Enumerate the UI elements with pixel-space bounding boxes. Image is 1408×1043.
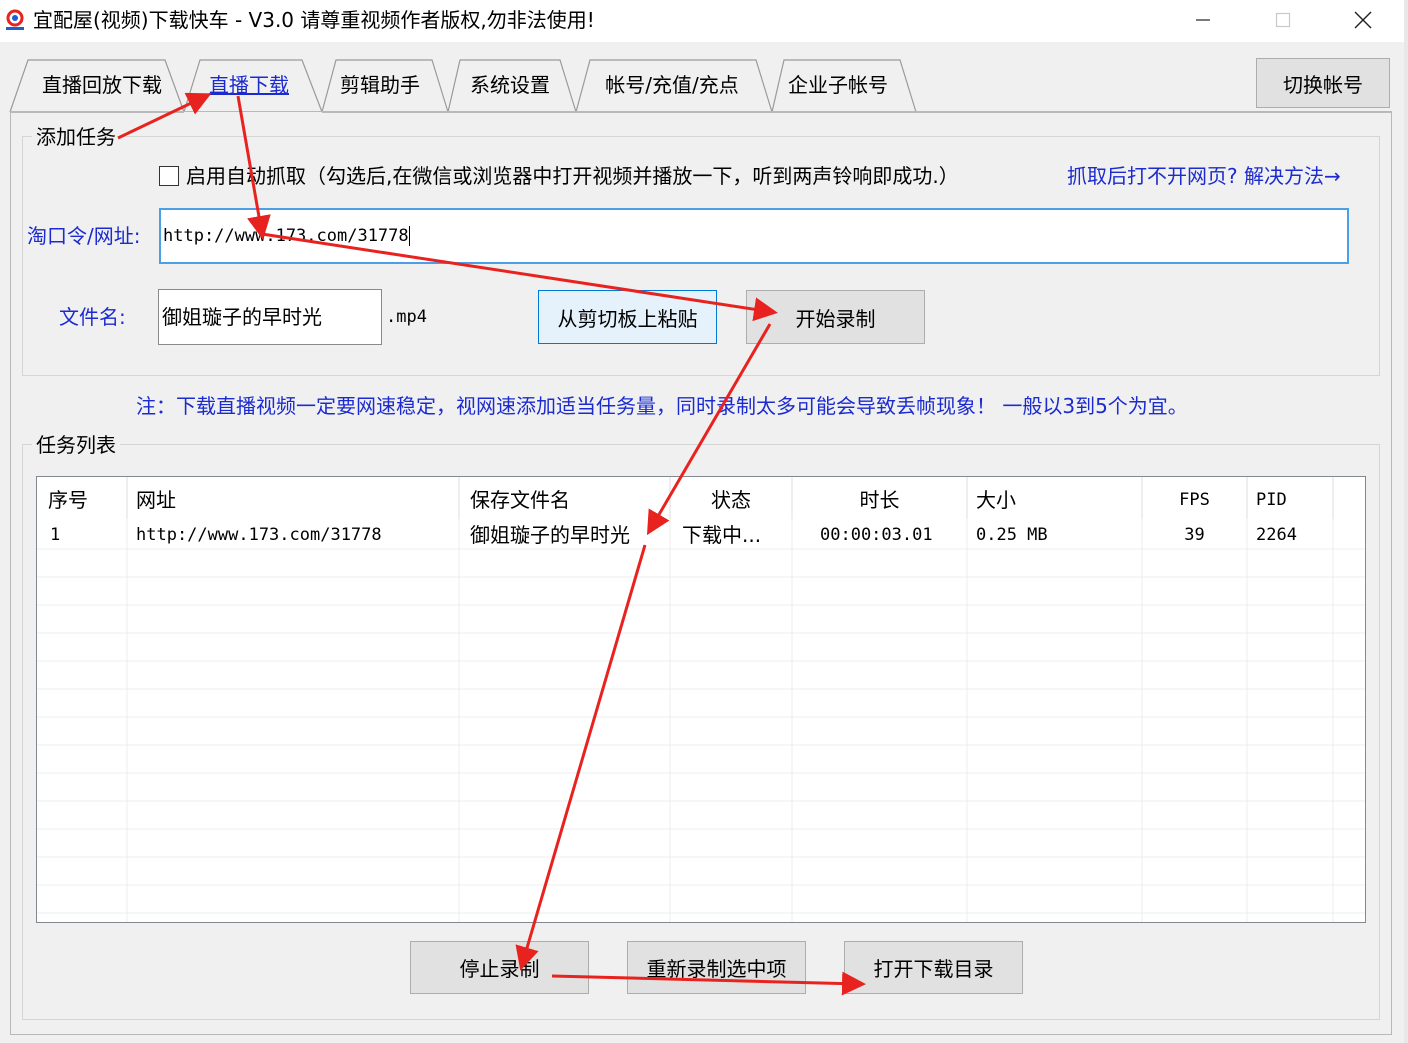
table-row-duration[interactable]: 00:00:03.01 [820,520,933,550]
table-row-index[interactable]: 1 [50,520,60,550]
tab-enterprise-subaccount[interactable]: 企业子帐号 [784,60,892,110]
tab-live-download[interactable]: 直播下载 [198,60,300,110]
app-logo-icon [6,9,24,30]
window-border [1404,0,1408,1043]
help-link[interactable]: 抓取后打不开网页? 解决方法→ [1067,163,1341,189]
maximize-icon [1275,12,1291,28]
window-title: 宜配屋(视频)下载快车 - V3.0 请尊重视频作者版权,勿非法使用! [33,8,595,32]
table-row-fps[interactable]: 39 [1142,520,1247,550]
paste-from-clipboard-button[interactable]: 从剪切板上粘贴 [538,290,717,344]
column-header-duration[interactable]: 时长 [792,480,967,520]
bandwidth-note: 注：下载直播视频一定要网速稳定，视网速添加适当任务量，同时录制太多可能会导致丢帧… [136,394,1188,418]
open-download-folder-button[interactable]: 打开下载目录 [844,941,1023,994]
tab-edit-assistant[interactable]: 剪辑助手 [332,60,428,110]
table-row-size[interactable]: 0.25 MB [976,520,1048,550]
column-header-filename[interactable]: 保存文件名 [470,480,570,520]
table-row-pid[interactable]: 2264 [1256,520,1297,550]
minimize-icon [1196,19,1210,21]
column-header-status[interactable]: 状态 [670,480,792,520]
tab-account-recharge[interactable]: 帐号/充值/充点 [590,60,754,110]
url-label: 淘口令/网址: [27,224,141,248]
table-row-url[interactable]: http://www.173.com/31778 [136,520,382,550]
url-input[interactable]: http://www.173.com/31778​ [159,208,1349,264]
table-row-status[interactable]: 下载中... [682,520,761,550]
tab-live-replay-download[interactable]: 直播回放下载 [28,60,176,110]
url-input-value: http://www.173.com/31778 [163,226,409,246]
column-header-index[interactable]: 序号 [48,480,88,520]
stop-recording-button[interactable]: 停止录制 [410,941,589,994]
close-button[interactable] [1323,0,1403,40]
column-header-size[interactable]: 大小 [976,480,1016,520]
auto-capture-checkbox[interactable] [159,166,179,186]
filename-label: 文件名: [59,305,126,329]
filename-input[interactable]: 御姐璇子的早时光 [158,289,382,345]
auto-capture-label: 启用自动抓取（勾选后,在微信或浏览器中打开视频并播放一下，听到两声铃响即成功.） [186,164,959,188]
column-header-pid[interactable]: PID [1256,480,1287,520]
switch-account-button[interactable]: 切换帐号 [1256,58,1390,108]
maximize-button[interactable] [1243,0,1323,40]
column-header-url[interactable]: 网址 [136,480,176,520]
minimize-button[interactable] [1163,0,1243,40]
file-extension-label: .mp4 [386,307,427,327]
tab-system-settings[interactable]: 系统设置 [460,60,560,110]
table-row-filename[interactable]: 御姐璇子的早时光 [470,520,630,550]
column-header-fps[interactable]: FPS [1142,480,1247,520]
start-recording-button[interactable]: 开始录制 [746,290,925,344]
rerecord-selected-button[interactable]: 重新录制选中项 [627,941,806,994]
task-list-group-title: 任务列表 [32,432,120,458]
add-task-group-title: 添加任务 [32,124,120,150]
close-icon [1354,11,1372,29]
